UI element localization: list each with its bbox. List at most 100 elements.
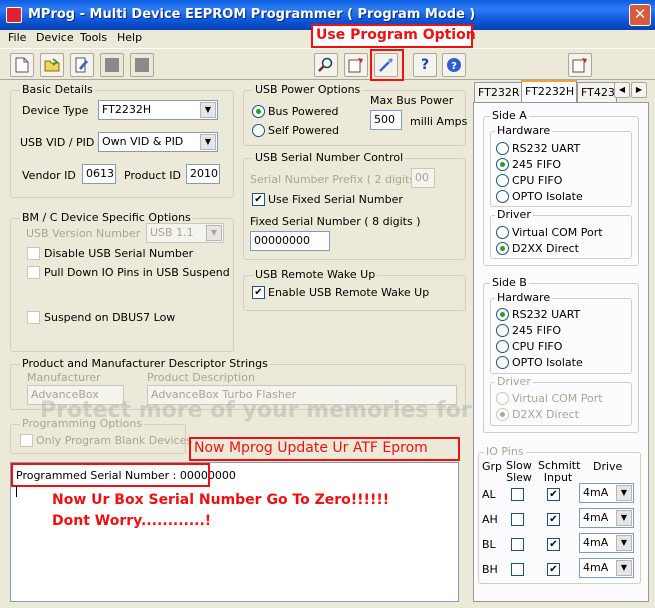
io-bh-drive-select[interactable]: 4mA ▼ <box>579 558 634 578</box>
io-row-bh-grp: BH <box>482 563 498 576</box>
info-button[interactable]: ? <box>442 53 466 77</box>
menu-help[interactable]: Help <box>117 31 142 44</box>
vid-pid-value: Own VID & PID <box>102 135 184 148</box>
side-b-opto-radio[interactable] <box>496 356 509 369</box>
io-header-slow-slew: Slow Slew <box>506 459 532 484</box>
side-b-vcp-radio[interactable] <box>496 392 509 405</box>
export-icon <box>348 58 363 73</box>
export-button[interactable] <box>344 53 368 77</box>
chevron-down-icon: ▼ <box>616 510 632 526</box>
suspend-dbus7-checkbox[interactable] <box>27 311 40 324</box>
vendor-id-label: Vendor ID <box>22 169 76 182</box>
bus-powered-radio[interactable] <box>252 105 265 118</box>
io-bl-drive-select[interactable]: 4mA ▼ <box>579 533 634 553</box>
side-b-245fifo-label: 245 FIFO <box>512 324 562 337</box>
app-icon <box>6 7 22 23</box>
io-bh-drive-value: 4mA <box>583 561 609 574</box>
side-b-title: Side B <box>490 276 529 289</box>
io-header-grp: Grp <box>482 460 503 473</box>
search-button[interactable] <box>314 53 338 77</box>
io-ah-schmitt-checkbox[interactable]: ✔ <box>547 513 560 526</box>
new-icon <box>15 57 29 73</box>
blank-only-label: Only Program Blank Devices <box>36 434 193 447</box>
side-b-cpufifo-radio[interactable] <box>496 340 509 353</box>
vid-pid-select[interactable]: Own VID & PID ▼ <box>98 132 218 152</box>
pull-down-checkbox[interactable] <box>27 266 40 279</box>
io-al-slow-slew-checkbox[interactable] <box>511 488 524 501</box>
side-a-hardware-title: Hardware <box>495 124 553 137</box>
usb-version-select[interactable]: USB 1.1 ▼ <box>146 223 224 243</box>
vid-pid-label: USB VID / PID <box>20 136 95 149</box>
side-a-vcp-radio[interactable] <box>496 226 509 239</box>
device-type-label: Device Type <box>22 104 89 117</box>
vendor-id-input[interactable]: 0613 <box>82 164 116 184</box>
chevron-down-icon: ▼ <box>200 102 216 118</box>
info-icon: ? <box>447 58 461 72</box>
tab-scroll-left[interactable]: ◀ <box>614 82 630 98</box>
close-button[interactable]: ✕ <box>629 4 651 26</box>
annotation-serial-zero: Now Ur Box Serial Number Go To Zero!!!!!… <box>52 492 390 508</box>
side-b-d2xx-radio[interactable] <box>496 408 509 421</box>
annotation-program-option: Use Program Option <box>316 27 476 43</box>
io-row-ah-grp: AH <box>482 513 498 526</box>
io-row-bl-grp: BL <box>482 538 496 551</box>
blank-only-checkbox[interactable] <box>20 434 33 447</box>
menu-device[interactable]: Device <box>36 31 74 44</box>
io-bl-slow-slew-checkbox[interactable] <box>511 538 524 551</box>
product-id-input[interactable]: 2010 <box>186 164 220 184</box>
stop-button-1[interactable] <box>100 53 124 77</box>
io-ah-slow-slew-checkbox[interactable] <box>511 513 524 526</box>
tab-scroll-right[interactable]: ▶ <box>631 82 647 98</box>
manufacturer-label: Manufacturer <box>27 371 101 384</box>
pull-down-label: Pull Down IO Pins in USB Suspend <box>44 266 230 279</box>
side-b-d2xx-label: D2XX Direct <box>512 408 579 421</box>
fixed-serial-label: Fixed Serial Number ( 8 digits ) <box>250 215 421 228</box>
remote-wake-title: USB Remote Wake Up <box>253 268 378 281</box>
open-button[interactable] <box>40 53 64 77</box>
remote-wake-checkbox[interactable]: ✔ <box>252 286 265 299</box>
fixed-serial-input[interactable]: 00000000 <box>250 231 330 251</box>
io-bh-schmitt-checkbox[interactable]: ✔ <box>547 563 560 576</box>
io-ah-drive-select[interactable]: 4mA ▼ <box>579 508 634 528</box>
side-a-cpufifo-radio[interactable] <box>496 174 509 187</box>
new-button[interactable] <box>10 53 34 77</box>
usb-version-label: USB Version Number <box>26 227 141 240</box>
export-button-2[interactable] <box>568 53 592 77</box>
stop-button-2[interactable] <box>130 53 154 77</box>
self-powered-label: Self Powered <box>268 124 339 137</box>
io-al-drive-select[interactable]: 4mA ▼ <box>579 483 634 503</box>
side-a-d2xx-label: D2XX Direct <box>512 242 579 255</box>
side-a-vcp-label: Virtual COM Port <box>512 226 603 239</box>
side-b-rs232-radio[interactable] <box>496 308 509 321</box>
side-a-driver-title: Driver <box>495 208 533 221</box>
self-powered-radio[interactable] <box>252 124 265 137</box>
tab-ft423[interactable]: FT423 <box>577 82 617 102</box>
io-al-drive-value: 4mA <box>583 486 609 499</box>
tab-ft2232h[interactable]: FT2232H <box>521 80 577 103</box>
window-title: MProg - Multi Device EEPROM Programmer (… <box>28 7 476 22</box>
menu-tools[interactable]: Tools <box>80 31 107 44</box>
usb-version-value: USB 1.1 <box>150 226 194 239</box>
side-a-opto-radio[interactable] <box>496 190 509 203</box>
side-b-hardware-title: Hardware <box>495 291 553 304</box>
edit-button[interactable] <box>70 53 94 77</box>
tab-ft232r[interactable]: FT232R <box>474 82 522 102</box>
max-bus-power-label: Max Bus Power <box>370 94 454 107</box>
use-fixed-serial-checkbox[interactable]: ✔ <box>252 193 265 206</box>
chevron-down-icon: ▼ <box>616 560 632 576</box>
max-bus-power-input[interactable]: 500 <box>370 110 402 130</box>
menu-file[interactable]: File <box>8 31 26 44</box>
side-a-d2xx-radio[interactable] <box>496 242 509 255</box>
io-al-schmitt-checkbox[interactable]: ✔ <box>547 488 560 501</box>
disable-serial-checkbox[interactable] <box>27 247 40 260</box>
io-bh-slow-slew-checkbox[interactable] <box>511 563 524 576</box>
help-button[interactable]: ? <box>413 53 437 77</box>
side-b-245fifo-radio[interactable] <box>496 324 509 337</box>
milli-amps-label: milli Amps <box>410 115 468 128</box>
side-a-245fifo-label: 245 FIFO <box>512 158 562 171</box>
device-type-select[interactable]: FT2232H ▼ <box>98 100 218 120</box>
io-bl-schmitt-checkbox[interactable]: ✔ <box>547 538 560 551</box>
side-a-rs232-radio[interactable] <box>496 142 509 155</box>
serial-prefix-input[interactable]: 00 <box>411 168 435 188</box>
side-a-245fifo-radio[interactable] <box>496 158 509 171</box>
